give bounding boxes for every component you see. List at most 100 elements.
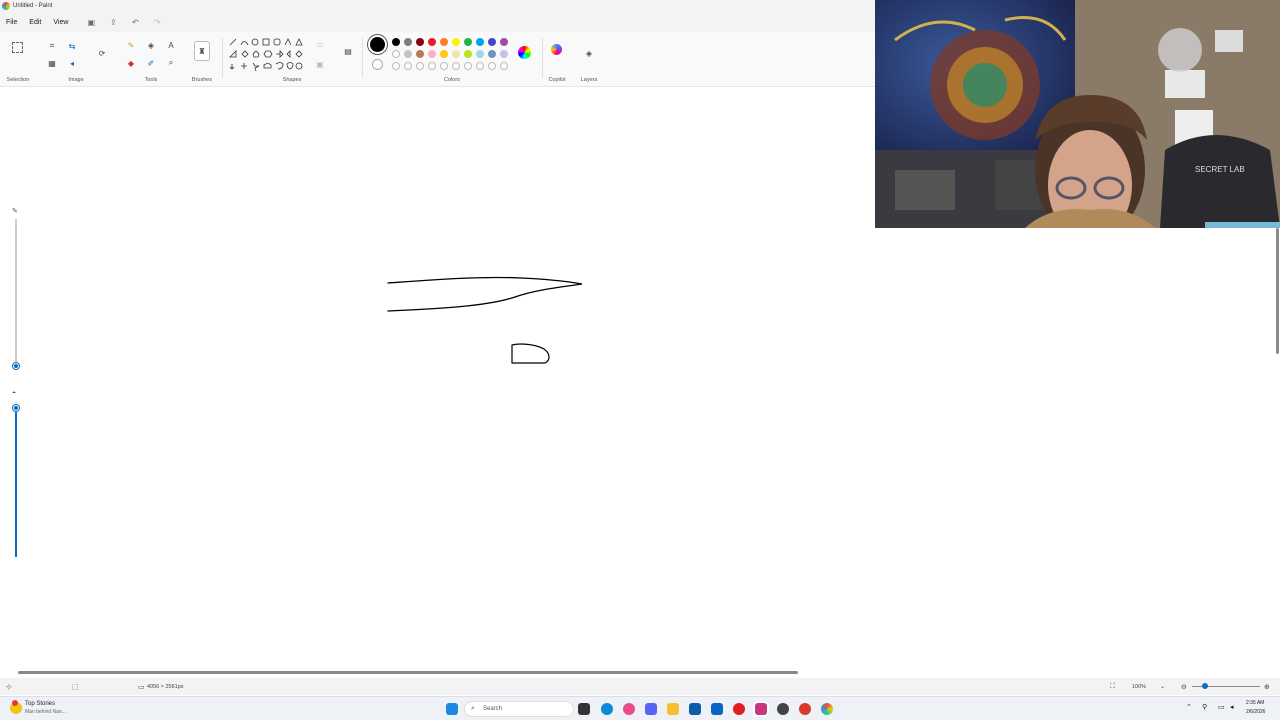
store-icon[interactable] bbox=[689, 703, 701, 715]
selection-icon[interactable] bbox=[12, 42, 23, 53]
share-icon[interactable]: ⇪ bbox=[108, 17, 118, 27]
ribbon-divider bbox=[362, 38, 363, 78]
tray-chevron-icon[interactable]: ⌃ bbox=[1186, 703, 1192, 711]
start-windows-icon[interactable] bbox=[446, 703, 458, 715]
color-swatch[interactable] bbox=[392, 50, 400, 58]
custom-color-slot[interactable] bbox=[428, 62, 436, 70]
image-icon[interactable]: ▦ bbox=[46, 57, 58, 69]
news-title[interactable]: Top Stories bbox=[25, 701, 55, 707]
color-swatch[interactable] bbox=[500, 50, 508, 58]
pencil-icon[interactable]: ✎ bbox=[125, 39, 137, 51]
layers-icon[interactable]: ◈ bbox=[583, 47, 595, 59]
brush-size-thumb[interactable] bbox=[13, 363, 19, 369]
clock-date[interactable]: 2/6/2026 bbox=[1246, 709, 1265, 715]
color-swatch[interactable] bbox=[452, 50, 460, 58]
custom-color-slot[interactable] bbox=[452, 62, 460, 70]
brush-icon[interactable]: ♜ bbox=[194, 41, 210, 61]
color-swatch[interactable] bbox=[476, 50, 484, 58]
usb-icon[interactable]: ⚲ bbox=[1202, 703, 1207, 711]
selection-size-icon: ⬚ bbox=[72, 683, 79, 691]
paint-taskbar-icon[interactable] bbox=[821, 703, 833, 715]
color-swatch[interactable] bbox=[392, 38, 400, 46]
custom-color-slot[interactable] bbox=[464, 62, 472, 70]
edit-colors-icon[interactable] bbox=[518, 46, 531, 59]
color-swatch[interactable] bbox=[428, 50, 436, 58]
volume-icon[interactable]: ◂ bbox=[1230, 703, 1234, 711]
menu-edit[interactable]: Edit bbox=[23, 19, 47, 26]
active-color-1[interactable] bbox=[370, 37, 385, 52]
custom-color-slot[interactable] bbox=[392, 62, 400, 70]
clock-time[interactable]: 2:35 AM bbox=[1246, 700, 1264, 706]
text-icon[interactable]: A bbox=[165, 39, 177, 51]
zoom-slider-thumb[interactable] bbox=[1202, 683, 1208, 689]
color-swatch[interactable] bbox=[404, 38, 412, 46]
file-explorer-icon[interactable] bbox=[667, 703, 679, 715]
redo-icon[interactable]: ↷ bbox=[152, 17, 162, 27]
news-subtitle[interactable]: Man behind Nan... bbox=[25, 709, 66, 715]
fill-icon[interactable]: ◈ bbox=[145, 39, 157, 51]
layers-group: ◈ Layers bbox=[576, 32, 602, 87]
color-swatch[interactable] bbox=[440, 38, 448, 46]
zoom-level[interactable]: 100% bbox=[1132, 684, 1146, 690]
app-icon[interactable] bbox=[799, 703, 811, 715]
taskbar-search[interactable]: ⌕ Search bbox=[464, 701, 574, 717]
flip-icon[interactable]: ◂ bbox=[66, 57, 78, 69]
color-swatch[interactable] bbox=[476, 38, 484, 46]
rotate-icon[interactable]: ⟳ bbox=[96, 47, 108, 59]
outlook-icon[interactable] bbox=[711, 703, 723, 715]
horizontal-scrollbar[interactable] bbox=[18, 671, 798, 674]
custom-color-slot[interactable] bbox=[440, 62, 448, 70]
steam-icon[interactable] bbox=[777, 703, 789, 715]
brush-size-slider[interactable] bbox=[15, 219, 17, 365]
color-swatch[interactable] bbox=[488, 38, 496, 46]
zoom-in-icon[interactable]: ⊕ bbox=[1264, 683, 1270, 691]
copilot-label: Copilot bbox=[548, 77, 566, 83]
active-color-2[interactable] bbox=[372, 59, 383, 70]
network-icon[interactable]: ▭ bbox=[1218, 703, 1225, 711]
chrome-icon[interactable] bbox=[623, 703, 635, 715]
search-placeholder: Search bbox=[483, 706, 503, 712]
color-swatch[interactable] bbox=[416, 50, 424, 58]
obs-icon[interactable] bbox=[755, 703, 767, 715]
shape-fill-icon[interactable]: ▣ bbox=[314, 58, 326, 70]
opera-icon[interactable] bbox=[733, 703, 745, 715]
menu-view[interactable]: View bbox=[47, 19, 74, 26]
opacity-thumb[interactable] bbox=[13, 405, 19, 411]
fit-to-window-icon[interactable]: ⛶ bbox=[1110, 683, 1115, 691]
outline-icon[interactable]: ▱ bbox=[314, 38, 326, 50]
undo-icon[interactable]: ↶ bbox=[130, 17, 140, 27]
vertical-scrollbar[interactable] bbox=[1276, 228, 1279, 354]
color-swatch[interactable] bbox=[500, 38, 508, 46]
custom-color-slot[interactable] bbox=[476, 62, 484, 70]
menu-file[interactable]: File bbox=[0, 19, 23, 26]
opacity-slider[interactable] bbox=[15, 407, 17, 557]
canvas-size: 4056 × 2561px bbox=[147, 683, 184, 690]
color-swatch[interactable] bbox=[404, 50, 412, 58]
custom-color-slot[interactable] bbox=[500, 62, 508, 70]
copilot-icon[interactable] bbox=[551, 44, 562, 55]
crop-icon[interactable]: ⌗ bbox=[46, 40, 58, 52]
teams-icon[interactable] bbox=[645, 703, 657, 715]
custom-color-slot[interactable] bbox=[416, 62, 424, 70]
color-swatch[interactable] bbox=[464, 50, 472, 58]
custom-color-slot[interactable] bbox=[404, 62, 412, 70]
resize-icon[interactable]: ⇆ bbox=[66, 40, 78, 52]
zoom-out-icon[interactable]: ⊖ bbox=[1181, 683, 1187, 691]
color-swatch[interactable] bbox=[428, 38, 436, 46]
color-swatch[interactable] bbox=[416, 38, 424, 46]
magnifier-icon[interactable]: ⌕ bbox=[165, 57, 177, 69]
color-picker-icon[interactable]: ✐ bbox=[145, 57, 157, 69]
save-icon[interactable]: ▣ bbox=[86, 17, 96, 27]
title-bar: Untitled - Paint bbox=[0, 0, 880, 12]
edge-icon[interactable] bbox=[601, 703, 613, 715]
custom-color-slot[interactable] bbox=[488, 62, 496, 70]
color-swatch[interactable] bbox=[452, 38, 460, 46]
eraser-icon[interactable]: ◆ bbox=[125, 57, 137, 69]
zoom-dropdown-icon[interactable]: ⌄ bbox=[1160, 683, 1165, 690]
color-swatch[interactable] bbox=[488, 50, 496, 58]
color-swatch[interactable] bbox=[440, 50, 448, 58]
shapes-expand-icon[interactable]: ▤ bbox=[342, 45, 354, 57]
task-view-icon[interactable] bbox=[578, 703, 590, 715]
color-swatch[interactable] bbox=[464, 38, 472, 46]
shapes-gallery[interactable] bbox=[228, 37, 308, 73]
